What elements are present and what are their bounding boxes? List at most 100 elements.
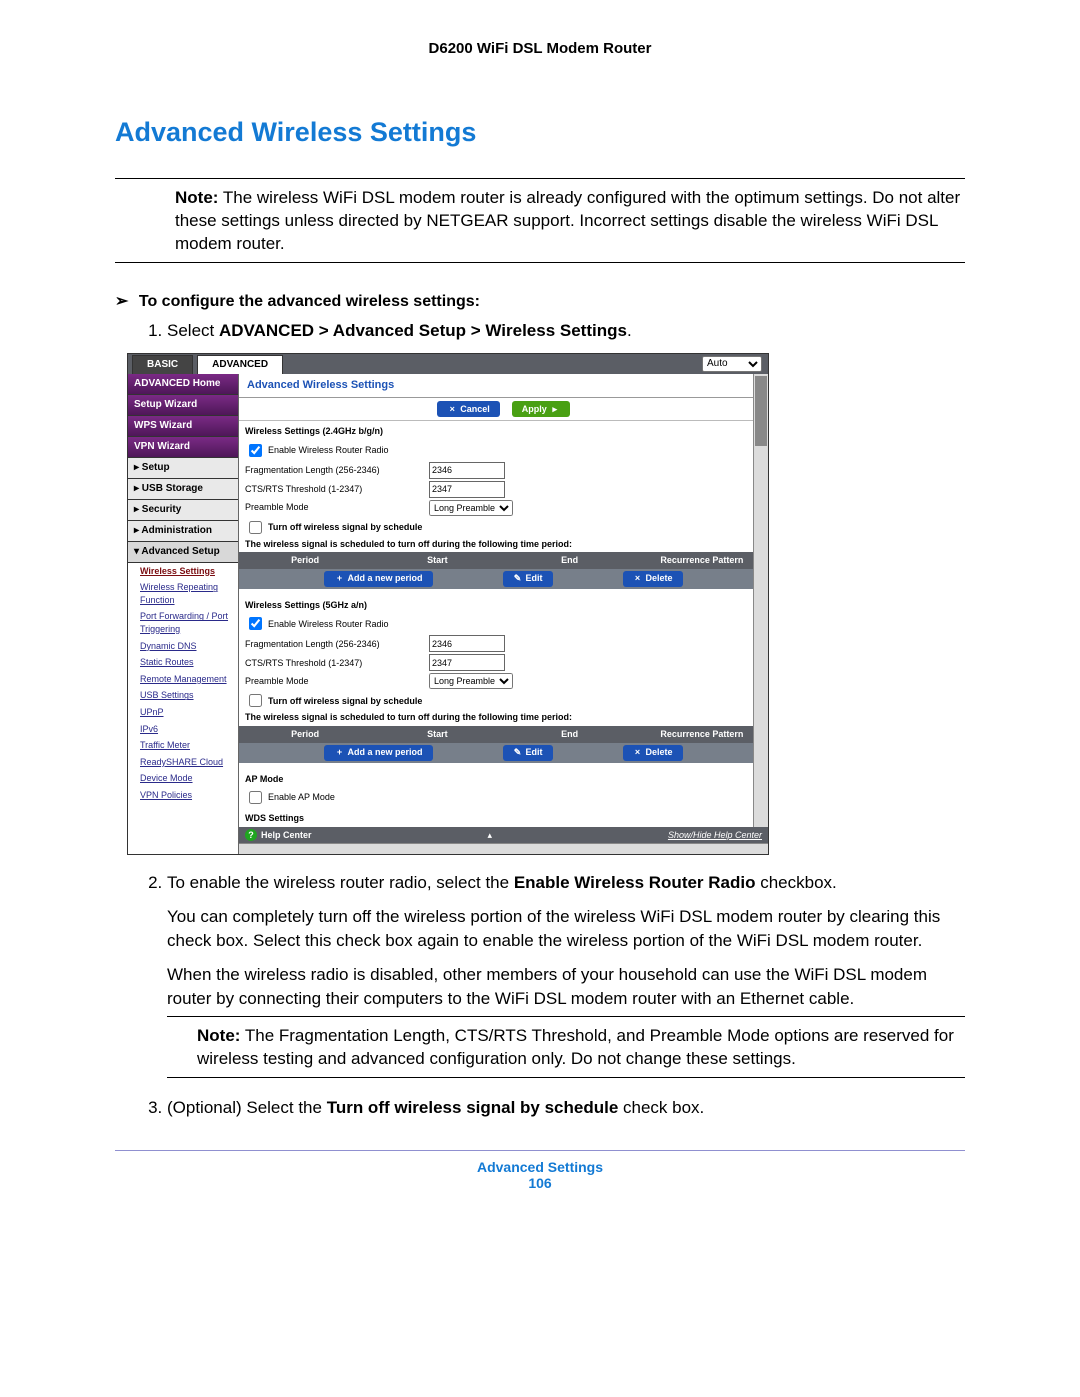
footer-section: Advanced Settings xyxy=(115,1159,965,1175)
auto-select[interactable]: Auto xyxy=(702,356,762,372)
help-center-label[interactable]: Help Center xyxy=(261,830,312,840)
sidebar: ADVANCED Home Setup Wizard WPS Wizard VP… xyxy=(128,374,239,855)
close-icon: × xyxy=(447,403,457,416)
cancel-button[interactable]: ×Cancel xyxy=(437,401,500,417)
sched-header-5: PeriodStartEndRecurrence Pattern xyxy=(239,726,768,743)
preamble-select-5[interactable]: Long Preamble xyxy=(429,673,513,689)
step-3: (Optional) Select the Turn off wireless … xyxy=(167,1096,965,1120)
plus-icon: + xyxy=(334,572,344,585)
show-hide-help-link[interactable]: Show/Hide Help Center xyxy=(668,829,762,842)
sidebar-sub-usb-settings[interactable]: USB Settings xyxy=(128,687,238,704)
sidebar-item-usb[interactable]: ▸ USB Storage xyxy=(128,479,238,500)
add-period-5-button[interactable]: +Add a new period xyxy=(324,745,432,761)
sidebar-sub-readyshare[interactable]: ReadySHARE Cloud xyxy=(128,754,238,771)
pencil-icon: ✎ xyxy=(513,746,523,759)
preamble-label-24: Preamble Mode xyxy=(245,501,425,514)
enable-ap-checkbox[interactable]: Enable AP Mode xyxy=(245,788,335,807)
note-block-1: Note: The wireless WiFi DSL modem router… xyxy=(175,187,965,256)
add-period-24-button[interactable]: +Add a new period xyxy=(324,571,432,587)
sidebar-sub-traffic-meter[interactable]: Traffic Meter xyxy=(128,737,238,754)
delete-period-5-button[interactable]: ×Delete xyxy=(623,745,683,761)
delete-period-24-button[interactable]: ×Delete xyxy=(623,571,683,587)
rule-bottom xyxy=(115,262,965,263)
panel-title: Advanced Wireless Settings xyxy=(247,378,394,393)
turnoff-5-checkbox[interactable]: Turn off wireless signal by schedule xyxy=(245,691,422,710)
sched-note-24: The wireless signal is scheduled to turn… xyxy=(239,538,768,553)
language-select[interactable]: Auto xyxy=(702,356,762,372)
tab-basic[interactable]: BASIC xyxy=(132,355,193,374)
sched-note-5: The wireless signal is scheduled to turn… xyxy=(239,711,768,726)
frag-input-5[interactable] xyxy=(429,635,505,652)
sidebar-item-wps-wizard[interactable]: WPS Wizard xyxy=(128,416,238,437)
rule-top xyxy=(115,178,965,179)
step1-post: . xyxy=(627,321,632,340)
sidebar-sub-static-routes[interactable]: Static Routes xyxy=(128,654,238,671)
sidebar-sub-vpn-policies[interactable]: VPN Policies xyxy=(128,787,238,804)
router-ui-screenshot: BASIC ADVANCED Auto ADVANCED Home Setup … xyxy=(127,353,769,856)
vertical-scrollbar[interactable] xyxy=(753,374,768,827)
section-title: Advanced Wireless Settings xyxy=(115,117,965,148)
sidebar-item-security[interactable]: ▸ Security xyxy=(128,500,238,521)
group-5ghz-title: Wireless Settings (5GHz a/n) xyxy=(239,595,768,614)
chevron-right-icon: ▸ xyxy=(550,403,560,416)
sidebar-item-adv-setup[interactable]: ▾ Advanced Setup xyxy=(128,542,238,563)
edit-period-5-button[interactable]: ✎Edit xyxy=(503,745,553,761)
close-icon: × xyxy=(633,746,643,759)
turnoff-24-checkbox[interactable]: Turn off wireless signal by schedule xyxy=(245,518,422,537)
cts-input-24[interactable] xyxy=(429,481,505,498)
step2-post: checkbox. xyxy=(756,873,837,892)
preamble-label-5: Preamble Mode xyxy=(245,675,425,688)
sidebar-sub-dyn-dns[interactable]: Dynamic DNS xyxy=(128,638,238,655)
close-icon: × xyxy=(633,572,643,585)
frag-input-24[interactable] xyxy=(429,462,505,479)
preamble-select-24[interactable]: Long Preamble xyxy=(429,500,513,516)
group-24ghz-title: Wireless Settings (2.4GHz b/g/n) xyxy=(239,421,768,440)
step2-pre: To enable the wireless router radio, sel… xyxy=(167,873,514,892)
rule-note2-top xyxy=(167,1016,965,1017)
edit-period-24-button[interactable]: ✎Edit xyxy=(503,571,553,587)
procedure-heading: ➢ To configure the advanced wireless set… xyxy=(115,291,965,311)
step-1: Select ADVANCED > Advanced Setup > Wirel… xyxy=(167,319,965,856)
step3-pre: (Optional) Select the xyxy=(167,1098,327,1117)
step1-pre: Select xyxy=(167,321,219,340)
wds-title: WDS Settings xyxy=(239,808,768,827)
horizontal-scrollbar[interactable] xyxy=(239,843,768,854)
sidebar-sub-remote-mgmt[interactable]: Remote Management xyxy=(128,671,238,688)
step3-bold: Turn off wireless signal by schedule xyxy=(327,1098,619,1117)
sidebar-sub-ipv6[interactable]: IPv6 xyxy=(128,721,238,738)
step-2: To enable the wireless router radio, sel… xyxy=(167,871,965,1078)
chevron-up-icon[interactable]: ▴ xyxy=(312,829,668,842)
step1-path: ADVANCED > Advanced Setup > Wireless Set… xyxy=(219,321,627,340)
sidebar-item-setup[interactable]: ▸ Setup xyxy=(128,458,238,479)
sidebar-sub-upnp[interactable]: UPnP xyxy=(128,704,238,721)
enable-radio-24-checkbox[interactable]: Enable Wireless Router Radio xyxy=(245,441,389,460)
step2-para1: You can completely turn off the wireless… xyxy=(167,905,965,953)
frag-label-5: Fragmentation Length (256-2346) xyxy=(245,638,425,651)
cts-input-5[interactable] xyxy=(429,654,505,671)
sidebar-sub-wireless-repeating[interactable]: Wireless Repeating Function xyxy=(128,579,238,608)
tab-bar: BASIC ADVANCED Auto xyxy=(128,354,768,374)
procedure-title: To configure the advanced wireless setti… xyxy=(139,293,480,310)
plus-icon: + xyxy=(334,746,344,759)
sidebar-sub-wireless-settings[interactable]: Wireless Settings xyxy=(128,563,238,580)
sidebar-sub-port-fwd[interactable]: Port Forwarding / Port Triggering xyxy=(128,608,238,637)
help-icon: ? xyxy=(245,829,257,841)
enable-radio-5-checkbox[interactable]: Enable Wireless Router Radio xyxy=(245,614,389,633)
sidebar-sub-device-mode[interactable]: Device Mode xyxy=(128,770,238,787)
tab-advanced[interactable]: ADVANCED xyxy=(197,355,283,374)
sched-header-24: PeriodStartEndRecurrence Pattern xyxy=(239,552,768,569)
footer-rule xyxy=(115,1150,965,1151)
doc-header: D6200 WiFi DSL Modem Router xyxy=(115,40,965,57)
ap-mode-title: AP Mode xyxy=(239,769,768,788)
sidebar-item-admin[interactable]: ▸ Administration xyxy=(128,521,238,542)
sidebar-item-vpn-wizard[interactable]: VPN Wizard xyxy=(128,437,238,458)
cts-label-5: CTS/RTS Threshold (1-2347) xyxy=(245,657,425,670)
frag-label-24: Fragmentation Length (256-2346) xyxy=(245,464,425,477)
rule-note2-bottom xyxy=(167,1077,965,1078)
sidebar-item-adv-home[interactable]: ADVANCED Home xyxy=(128,374,238,395)
note-label: Note: xyxy=(175,188,218,207)
note-body: The wireless WiFi DSL modem router is al… xyxy=(175,188,960,253)
apply-button[interactable]: Apply▸ xyxy=(512,401,570,417)
cts-label-24: CTS/RTS Threshold (1-2347) xyxy=(245,483,425,496)
sidebar-item-setup-wizard[interactable]: Setup Wizard xyxy=(128,395,238,416)
